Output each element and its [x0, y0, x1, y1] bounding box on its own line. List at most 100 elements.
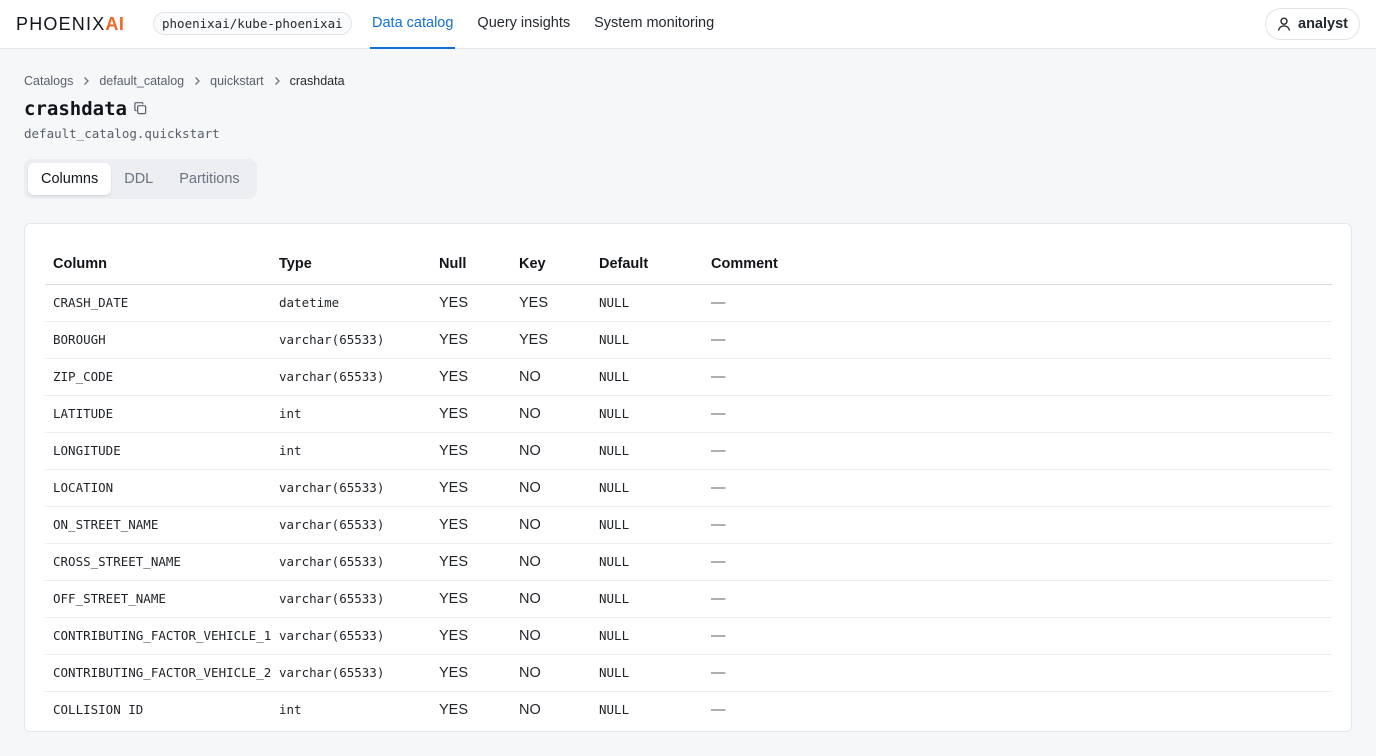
- table-row[interactable]: CRASH_DATE datetime YES YES NULL —: [45, 284, 1332, 322]
- title-row: crashdata: [24, 96, 149, 122]
- cell-null: YES: [431, 284, 511, 322]
- cell-key: NO: [511, 617, 591, 655]
- cell-default: NULL: [591, 395, 703, 433]
- table-row[interactable]: ON_STREET_NAME varchar(65533) YES NO NULL —: [45, 506, 1332, 544]
- cell-default: NULL: [591, 432, 703, 470]
- breadcrumb-crashdata: crashdata: [289, 74, 345, 88]
- page-title: crashdata: [24, 98, 127, 120]
- tab-columns[interactable]: Columns: [28, 163, 112, 195]
- nav-system-monitoring[interactable]: System monitoring: [592, 0, 716, 49]
- cell-type: int: [271, 432, 431, 470]
- table-body: CRASH_DATE datetime YES YES NULL — BOROUGH varc…: [45, 284, 1332, 715]
- cell-default: NULL: [591, 543, 703, 581]
- nav-query-insights[interactable]: Query insights: [475, 0, 572, 49]
- header-key: Key: [511, 244, 591, 285]
- table-row[interactable]: COLLISION_ID int YES NO NULL —: [45, 691, 1332, 715]
- cell-null: YES: [431, 654, 511, 692]
- cell-type: varchar(65533): [271, 506, 431, 544]
- cell-key: NO: [511, 506, 591, 544]
- cell-null: YES: [431, 432, 511, 470]
- header-type: Type: [271, 244, 431, 285]
- header-null: Null: [431, 244, 511, 285]
- phoenixai-logo[interactable]: PHOENIX AI: [16, 14, 124, 34]
- table-row[interactable]: LATITUDE int YES NO NULL —: [45, 395, 1332, 433]
- cell-comment: —: [703, 543, 1332, 581]
- breadcrumb: Catalogs default_catalog quickstart cras…: [24, 72, 345, 90]
- chevron-right-icon: [79, 74, 93, 88]
- nav-data-catalog[interactable]: Data catalog: [370, 0, 456, 49]
- header-comment: Comment: [703, 244, 1332, 285]
- cell-type: datetime: [271, 284, 431, 322]
- cell-comment: —: [703, 506, 1332, 544]
- columns-table-scroll[interactable]: Column Type Null Key Default Comment CRA…: [45, 244, 1332, 715]
- cell-column-name: CROSS_STREET_NAME: [45, 543, 271, 581]
- cell-null: YES: [431, 358, 511, 396]
- tab-partitions[interactable]: Partitions: [166, 163, 252, 195]
- table-row[interactable]: OFF_STREET_NAME varchar(65533) YES NO NULL —: [45, 580, 1332, 618]
- cell-type: varchar(65533): [271, 543, 431, 581]
- table-row[interactable]: ZIP_CODE varchar(65533) YES NO NULL —: [45, 358, 1332, 396]
- cell-comment: —: [703, 395, 1332, 433]
- cell-null: YES: [431, 395, 511, 433]
- cell-type: varchar(65533): [271, 617, 431, 655]
- cell-type: varchar(65533): [271, 580, 431, 618]
- logo-text: PHOENIX: [16, 14, 106, 34]
- user-menu-button[interactable]: analyst: [1265, 8, 1360, 40]
- cell-key: NO: [511, 469, 591, 507]
- table-row[interactable]: LOCATION varchar(65533) YES NO NULL —: [45, 469, 1332, 507]
- cell-comment: —: [703, 321, 1332, 359]
- cell-key: NO: [511, 432, 591, 470]
- cell-default: NULL: [591, 617, 703, 655]
- cell-column-name: CONTRIBUTING_FACTOR_VEHICLE_1: [45, 617, 271, 655]
- cell-comment: —: [703, 580, 1332, 618]
- cell-column-name: CONTRIBUTING_FACTOR_VEHICLE_2: [45, 654, 271, 692]
- cell-column-name: LATITUDE: [45, 395, 271, 433]
- table-row[interactable]: CONTRIBUTING_FACTOR_VEHICLE_2 varchar(655…: [45, 654, 1332, 692]
- header-default: Default: [591, 244, 703, 285]
- logo-accent: AI: [105, 14, 125, 34]
- cell-default: NULL: [591, 358, 703, 396]
- breadcrumb-default-catalog[interactable]: default_catalog: [99, 74, 184, 88]
- tab-ddl[interactable]: DDL: [111, 163, 166, 195]
- header-column: Column: [45, 244, 271, 285]
- main-nav: Data catalog Query insights System monit…: [370, 0, 736, 49]
- breadcrumb-quickstart[interactable]: quickstart: [210, 74, 264, 88]
- chevron-right-icon: [190, 74, 204, 88]
- columns-table: Column Type Null Key Default Comment CRA…: [45, 244, 1332, 715]
- view-tabs: Columns DDL Partitions: [24, 159, 257, 199]
- cell-default: NULL: [591, 580, 703, 618]
- cell-column-name: ZIP_CODE: [45, 358, 271, 396]
- cell-null: YES: [431, 617, 511, 655]
- columns-card: Column Type Null Key Default Comment CRA…: [24, 223, 1352, 732]
- table-row[interactable]: BOROUGH varchar(65533) YES YES NULL —: [45, 321, 1332, 359]
- user-icon: [1276, 16, 1292, 32]
- table-row[interactable]: LONGITUDE int YES NO NULL —: [45, 432, 1332, 470]
- breadcrumb-catalogs[interactable]: Catalogs: [24, 74, 73, 88]
- cell-type: int: [271, 395, 431, 433]
- cell-null: YES: [431, 506, 511, 544]
- cell-null: YES: [431, 469, 511, 507]
- table-path: default_catalog.quickstart: [24, 126, 220, 141]
- cell-column-name: ON_STREET_NAME: [45, 506, 271, 544]
- user-name: analyst: [1298, 16, 1348, 32]
- cell-comment: —: [703, 469, 1332, 507]
- cell-default: NULL: [591, 506, 703, 544]
- table-row[interactable]: CROSS_STREET_NAME varchar(65533) YES NO NULL…: [45, 543, 1332, 581]
- cell-key: NO: [511, 691, 591, 715]
- cell-null: YES: [431, 580, 511, 618]
- cell-key: NO: [511, 358, 591, 396]
- cell-key: YES: [511, 321, 591, 359]
- cell-type: varchar(65533): [271, 321, 431, 359]
- cell-key: NO: [511, 580, 591, 618]
- chevron-right-icon: [270, 74, 284, 88]
- cell-comment: —: [703, 432, 1332, 470]
- copy-icon[interactable]: [133, 101, 149, 117]
- cluster-selector[interactable]: phoenixai/kube-phoenixai: [153, 12, 352, 35]
- cell-comment: —: [703, 691, 1332, 715]
- table-row[interactable]: CONTRIBUTING_FACTOR_VEHICLE_1 varchar(655…: [45, 617, 1332, 655]
- cell-column-name: LONGITUDE: [45, 432, 271, 470]
- cell-null: YES: [431, 691, 511, 715]
- cell-default: NULL: [591, 321, 703, 359]
- cell-null: YES: [431, 321, 511, 359]
- cell-default: NULL: [591, 691, 703, 715]
